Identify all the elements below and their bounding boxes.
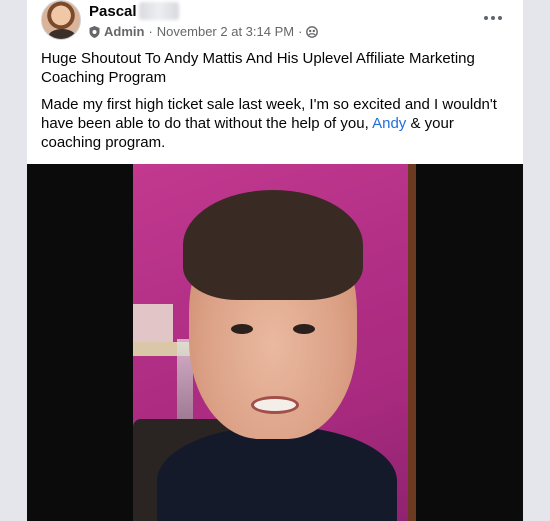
post-body: Made my first high ticket sale last week… [41, 95, 511, 152]
post-title: Huge Shoutout To Andy Mattis And His Upl… [41, 50, 475, 86]
more-options-icon [484, 16, 488, 20]
speaker-right-eye [293, 324, 315, 334]
author-name[interactable]: Pascal [89, 3, 137, 20]
more-options-icon [491, 16, 495, 20]
mention-link[interactable]: Andy [372, 115, 406, 132]
more-options-icon [498, 16, 502, 20]
post-card: Pascal Admin · November 2 at 3:14 PM · H… [27, 0, 523, 521]
meta-separator: · [298, 24, 303, 39]
more-options-button[interactable] [479, 6, 507, 30]
post-header: Pascal Admin · November 2 at 3:14 PM · [41, 0, 511, 44]
avatar-shirt [48, 29, 76, 39]
video-frame[interactable] [133, 164, 416, 521]
meta-separator: · [148, 24, 153, 39]
speaker-hair [183, 190, 363, 300]
post-timestamp[interactable]: November 2 at 3:14 PM [157, 24, 294, 39]
background-door-edge [408, 164, 416, 521]
speaker-mouth [251, 396, 299, 414]
video-player[interactable] [27, 164, 523, 521]
post-content: Huge Shoutout To Andy Mattis And His Upl… [41, 49, 511, 152]
author-surname-redacted [139, 2, 179, 20]
speaker-left-eye [231, 324, 253, 334]
post-meta: Admin · November 2 at 3:14 PM · [89, 24, 319, 39]
background-shelf-item [133, 304, 173, 344]
author-avatar[interactable] [41, 0, 81, 40]
admin-shield-icon [89, 25, 100, 38]
author-role: Admin [104, 24, 145, 39]
group-audience-icon[interactable] [306, 25, 319, 38]
